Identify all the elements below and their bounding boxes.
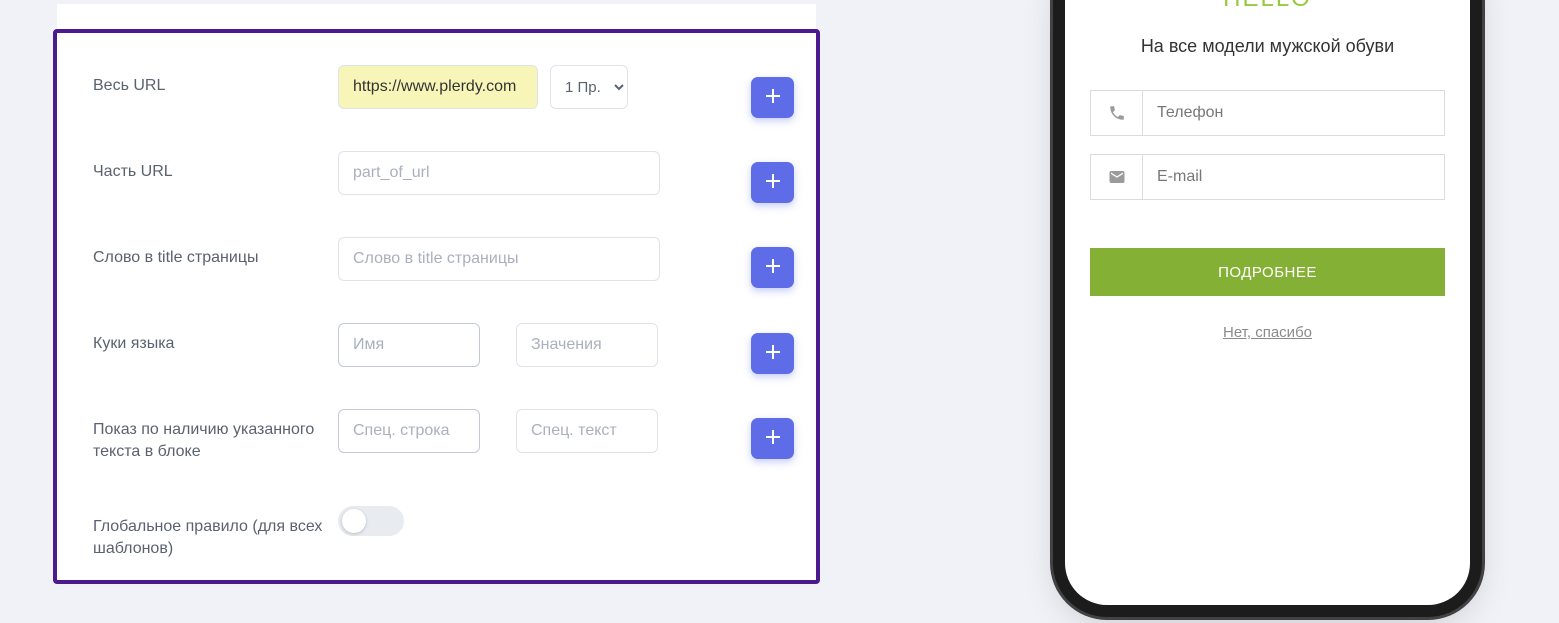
add-part-url-button[interactable] — [751, 162, 794, 203]
phone-icon — [1091, 91, 1143, 135]
row-global-rule: Глобальное правило (для всех шаблонов) — [93, 506, 780, 561]
label-global-rule: Глобальное правило (для всех шаблонов) — [93, 506, 338, 561]
phone-content: HELLO На все модели мужской обуви ПОДРОБ… — [1065, 0, 1470, 341]
label-title-word: Слово в title страницы — [93, 237, 338, 269]
row-text-block: Показ по наличию указанного текста в бло… — [93, 409, 780, 464]
plus-icon — [766, 256, 780, 279]
plus-icon — [766, 171, 780, 194]
input-title-word[interactable] — [338, 237, 660, 281]
input-part-url[interactable] — [338, 151, 660, 195]
phone-input[interactable] — [1143, 91, 1444, 135]
controls-title-word — [338, 237, 660, 281]
label-full-url: Весь URL — [93, 65, 338, 97]
popup-title: HELLO — [1090, 0, 1445, 13]
row-title-word: Слово в title страницы — [93, 237, 780, 281]
label-cookie: Куки языка — [93, 323, 338, 355]
input-text-text[interactable] — [516, 409, 658, 453]
input-full-url[interactable] — [338, 65, 538, 109]
controls-cookie — [338, 323, 658, 367]
controls-part-url — [338, 151, 660, 195]
plus-icon — [766, 86, 780, 109]
row-cookie: Куки языка — [93, 323, 780, 367]
toggle-knob — [342, 509, 366, 533]
plus-icon — [766, 427, 780, 450]
add-cookie-button[interactable] — [751, 333, 794, 374]
phone-field-wrap — [1090, 90, 1445, 136]
input-cookie-name[interactable] — [338, 323, 480, 367]
email-icon — [1091, 155, 1143, 199]
input-cookie-value[interactable] — [516, 323, 658, 367]
add-title-word-button[interactable] — [751, 247, 794, 288]
email-field-wrap — [1090, 154, 1445, 200]
plus-icon — [766, 342, 780, 365]
label-text-block: Показ по наличию указанного текста в бло… — [93, 409, 338, 464]
input-text-row[interactable] — [338, 409, 480, 453]
toggle-global-rule[interactable] — [338, 506, 404, 536]
controls-full-url: 1 Пр. — [338, 65, 628, 109]
rules-settings-panel: Весь URL 1 Пр. Часть URL Слово в title с… — [53, 29, 820, 584]
controls-text-block — [338, 409, 658, 453]
popup-no-thanks[interactable]: Нет, спасибо — [1090, 324, 1445, 341]
popup-submit-button[interactable]: ПОДРОБНЕЕ — [1090, 248, 1445, 296]
label-part-url: Часть URL — [93, 151, 338, 183]
phone-preview: HELLO На все модели мужской обуви ПОДРОБ… — [1065, 0, 1470, 605]
controls-global-rule — [338, 506, 404, 536]
popup-subtitle: На все модели мужской обуви — [1090, 33, 1445, 60]
add-text-block-button[interactable] — [751, 418, 794, 459]
email-input[interactable] — [1143, 155, 1444, 199]
row-full-url: Весь URL 1 Пр. — [93, 65, 780, 109]
select-url-rule[interactable]: 1 Пр. — [550, 65, 628, 109]
add-url-button[interactable] — [751, 77, 794, 118]
row-part-url: Часть URL — [93, 151, 780, 195]
